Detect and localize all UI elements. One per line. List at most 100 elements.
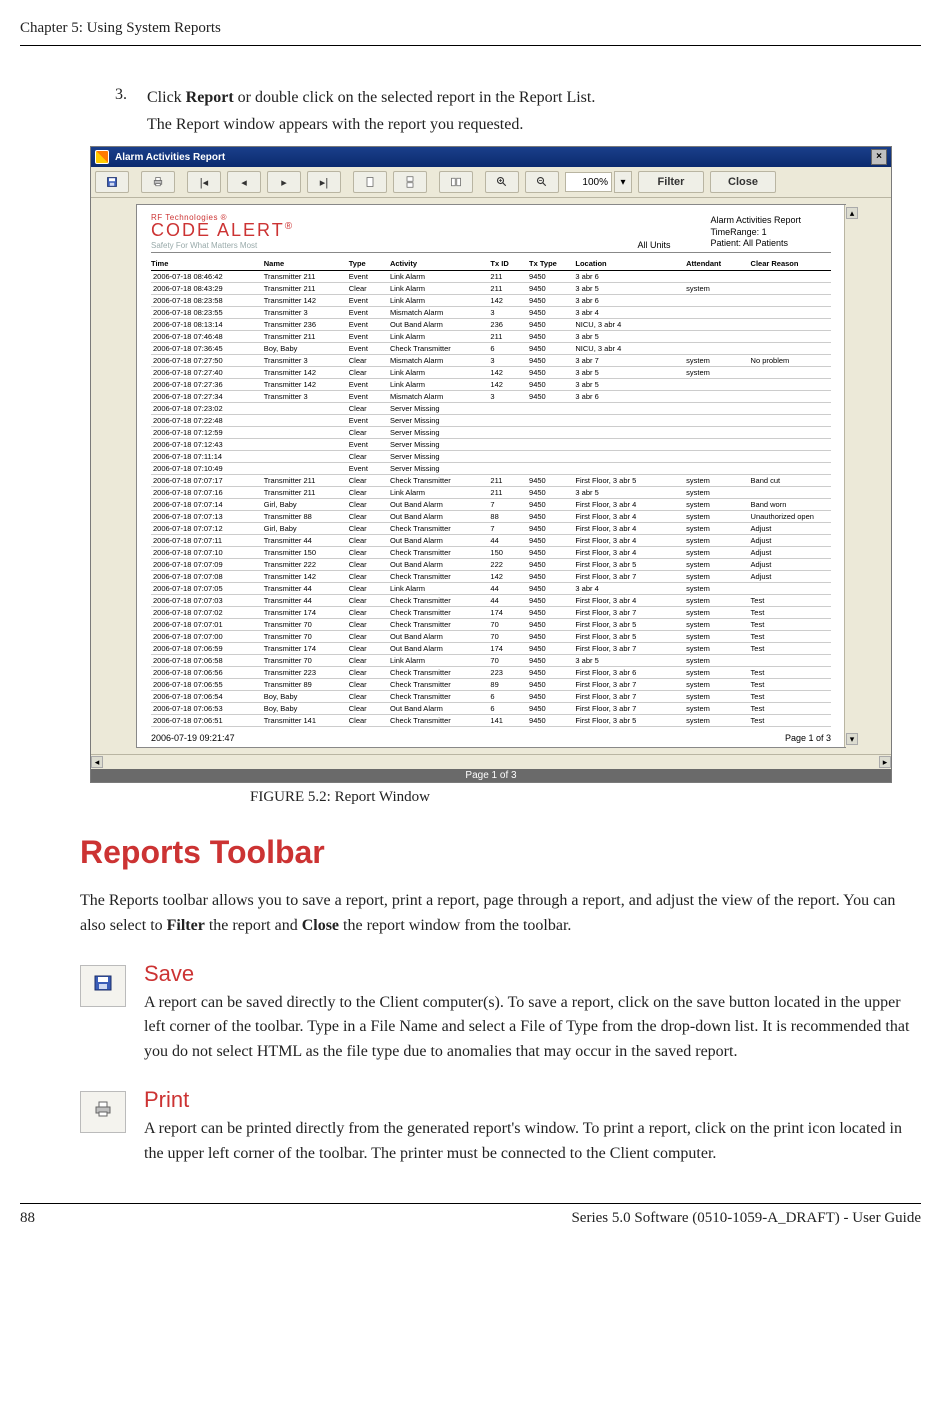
table-cell: 9450 bbox=[527, 355, 573, 367]
table-cell: Adjust bbox=[749, 547, 831, 559]
print-feature-icon bbox=[80, 1091, 126, 1133]
save-body: A report can be saved directly to the Cl… bbox=[144, 991, 921, 1065]
table-cell: Check Transmitter bbox=[388, 475, 488, 487]
table-cell: 2006-07-18 07:07:17 bbox=[151, 475, 262, 487]
toolbar-print-button[interactable] bbox=[141, 171, 175, 193]
table-cell: 9450 bbox=[527, 667, 573, 679]
table-cell: Out Band Alarm bbox=[388, 319, 488, 331]
table-cell bbox=[262, 403, 347, 415]
report-page: RF Technologies ® CODE ALERT® Safety For… bbox=[136, 204, 846, 748]
toolbar-filter-button[interactable]: Filter bbox=[638, 171, 704, 193]
horizontal-scrollbar[interactable]: ◂ ▸ bbox=[91, 754, 891, 769]
table-cell bbox=[749, 367, 831, 379]
table-cell: First Floor, 3 abr 7 bbox=[573, 679, 684, 691]
table-cell: 9450 bbox=[527, 559, 573, 571]
table-cell: Transmitter 211 bbox=[262, 331, 347, 343]
table-cell: Clear bbox=[347, 691, 388, 703]
table-cell bbox=[684, 463, 748, 475]
continuous-page-icon bbox=[404, 176, 416, 188]
table-cell: 2006-07-18 07:07:09 bbox=[151, 559, 262, 571]
table-cell: Girl, Baby bbox=[262, 523, 347, 535]
table-cell bbox=[749, 451, 831, 463]
table-cell: system bbox=[684, 703, 748, 715]
save-icon bbox=[93, 974, 113, 997]
table-row: 2006-07-18 07:07:09Transmitter 222ClearO… bbox=[151, 559, 831, 571]
table-cell: Server Missing bbox=[388, 415, 488, 427]
toolbar-first-page-button[interactable]: |◂ bbox=[187, 171, 221, 193]
table-row: 2006-07-18 07:07:14Girl, BabyClearOut Ba… bbox=[151, 499, 831, 511]
table-cell: 174 bbox=[488, 607, 527, 619]
table-cell bbox=[573, 427, 684, 439]
report-header-timerange: TimeRange: 1 bbox=[710, 227, 801, 239]
table-cell bbox=[684, 391, 748, 403]
toolbar-last-page-button[interactable]: ▸| bbox=[307, 171, 341, 193]
table-cell: 9450 bbox=[527, 511, 573, 523]
table-cell: Clear bbox=[347, 475, 388, 487]
table-cell: Clear bbox=[347, 283, 388, 295]
toolbar-single-page-button[interactable] bbox=[353, 171, 387, 193]
scroll-down-icon[interactable]: ▾ bbox=[846, 733, 858, 745]
table-cell: Clear bbox=[347, 643, 388, 655]
table-row: 2006-07-18 07:07:08Transmitter 142ClearC… bbox=[151, 571, 831, 583]
table-cell: Transmitter 150 bbox=[262, 547, 347, 559]
table-cell: 211 bbox=[488, 331, 527, 343]
table-cell bbox=[573, 451, 684, 463]
toolbar-continuous-page-button[interactable] bbox=[393, 171, 427, 193]
table-cell: Clear bbox=[347, 583, 388, 595]
toolbar-zoom-dropdown[interactable]: ▾ bbox=[614, 171, 632, 193]
table-cell bbox=[527, 463, 573, 475]
table-cell: Link Alarm bbox=[388, 487, 488, 499]
toolbar-prev-page-button[interactable]: ◂ bbox=[227, 171, 261, 193]
running-head: Chapter 5: Using System Reports bbox=[20, 20, 921, 45]
scroll-up-icon[interactable]: ▴ bbox=[846, 207, 858, 219]
t: Click bbox=[147, 89, 186, 106]
table-cell: system bbox=[684, 607, 748, 619]
table-cell bbox=[749, 403, 831, 415]
table-cell: Clear bbox=[347, 427, 388, 439]
table-cell: 9450 bbox=[527, 715, 573, 727]
zoom-in-icon bbox=[496, 176, 508, 188]
table-cell: 3 abr 6 bbox=[573, 271, 684, 283]
table-cell: Test bbox=[749, 667, 831, 679]
scroll-left-icon[interactable]: ◂ bbox=[91, 756, 103, 768]
toolbar-next-page-button[interactable]: ▸ bbox=[267, 171, 301, 193]
toolbar-zoom-field[interactable]: 100% bbox=[565, 172, 612, 192]
table-cell: Event bbox=[347, 307, 388, 319]
table-cell: 2006-07-18 07:07:03 bbox=[151, 595, 262, 607]
toolbar-zoom-out-button[interactable] bbox=[525, 171, 559, 193]
table-cell: Out Band Alarm bbox=[388, 499, 488, 511]
table-cell: Clear bbox=[347, 367, 388, 379]
table-row: 2006-07-18 07:07:02Transmitter 174ClearC… bbox=[151, 607, 831, 619]
table-cell bbox=[684, 343, 748, 355]
table-cell: First Floor, 3 abr 5 bbox=[573, 475, 684, 487]
table-cell: 2006-07-18 07:07:01 bbox=[151, 619, 262, 631]
table-row: 2006-07-18 07:27:34Transmitter 3EventMis… bbox=[151, 391, 831, 403]
toolbar-facing-page-button[interactable] bbox=[439, 171, 473, 193]
report-header-title: Alarm Activities Report bbox=[710, 215, 801, 227]
status-bar: Page 1 of 3 bbox=[91, 769, 891, 782]
table-cell: 2006-07-18 07:07:13 bbox=[151, 511, 262, 523]
table-cell: Clear bbox=[347, 619, 388, 631]
table-cell: system bbox=[684, 499, 748, 511]
table-cell: Clear bbox=[347, 571, 388, 583]
table-cell: Check Transmitter bbox=[388, 343, 488, 355]
toolbar-save-button[interactable] bbox=[95, 171, 129, 193]
table-cell bbox=[684, 307, 748, 319]
table-cell: 9450 bbox=[527, 487, 573, 499]
table-cell bbox=[749, 415, 831, 427]
table-cell: Transmitter 70 bbox=[262, 619, 347, 631]
window-close-button[interactable]: × bbox=[871, 149, 887, 165]
report-timestamp: 2006-07-19 09:21:47 bbox=[151, 733, 235, 743]
scroll-right-icon[interactable]: ▸ bbox=[879, 756, 891, 768]
table-cell: 9450 bbox=[527, 499, 573, 511]
table-cell: First Floor, 3 abr 5 bbox=[573, 619, 684, 631]
toolbar-close-button[interactable]: Close bbox=[710, 171, 776, 193]
prev-page-icon: ◂ bbox=[241, 176, 247, 189]
toolbar-zoom-in-button[interactable] bbox=[485, 171, 519, 193]
table-cell: Event bbox=[347, 331, 388, 343]
table-row: 2006-07-18 07:07:10Transmitter 150ClearC… bbox=[151, 547, 831, 559]
vertical-scrollbar[interactable]: ▴ ▾ bbox=[844, 205, 859, 747]
table-cell: Server Missing bbox=[388, 439, 488, 451]
table-cell: 223 bbox=[488, 667, 527, 679]
table-cell: Out Band Alarm bbox=[388, 631, 488, 643]
